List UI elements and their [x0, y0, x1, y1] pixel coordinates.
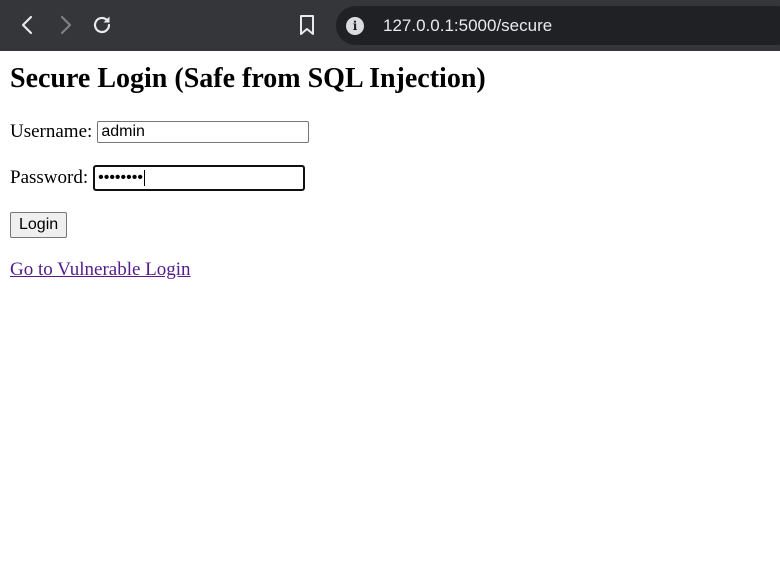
username-label: Username:: [10, 121, 93, 142]
forward-arrow-icon: [60, 15, 72, 35]
url-text[interactable]: 127.0.0.1:5000/secure: [383, 16, 552, 36]
login-button[interactable]: Login: [10, 212, 68, 238]
password-input[interactable]: ••••••••: [93, 165, 306, 191]
page-content: Secure Login (Safe from SQL Injection) U…: [0, 63, 780, 281]
address-bar[interactable]: i 127.0.0.1:5000/secure: [336, 6, 780, 45]
info-icon[interactable]: i: [346, 16, 364, 35]
username-input[interactable]: admin: [97, 121, 310, 143]
password-row: Password: ••••••••: [10, 164, 770, 192]
login-form: Username: admin Password: •••••••• Login: [10, 118, 770, 238]
password-masked-value: ••••••••: [98, 169, 143, 186]
text-caret: [143, 170, 145, 186]
password-label: Password:: [10, 167, 89, 188]
vulnerable-login-link[interactable]: Go to Vulnerable Login: [10, 259, 191, 281]
forward-button[interactable]: [50, 10, 80, 40]
reload-icon: [93, 16, 111, 34]
back-button[interactable]: [13, 10, 43, 40]
bookmark-icon: [300, 15, 314, 35]
bookmark-button[interactable]: [292, 10, 322, 40]
username-row: Username: admin: [10, 118, 770, 146]
page-title: Secure Login (Safe from SQL Injection): [10, 63, 486, 94]
back-arrow-icon: [21, 15, 33, 35]
reload-button[interactable]: [87, 10, 117, 40]
browser-toolbar: i 127.0.0.1:5000/secure: [0, 0, 780, 51]
